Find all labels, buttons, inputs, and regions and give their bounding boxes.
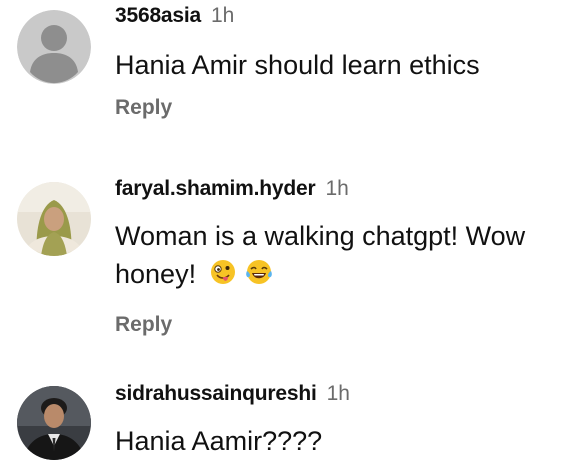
user-photo-avatar: [17, 386, 91, 460]
comment-meta: faryal.shamim.hyder 1h: [115, 177, 568, 207]
comment-text-line: honey!: [115, 255, 568, 295]
avatar[interactable]: [17, 386, 91, 460]
comment-text: Hania Amir should learn ethics: [115, 50, 480, 80]
avatar[interactable]: [17, 10, 91, 84]
default-person-icon: [17, 10, 91, 84]
comment-text: Woman is a walking chatgpt! Wow honey!: [115, 217, 568, 295]
timestamp: 1h: [325, 177, 349, 200]
comment-text: Hania Aamir????: [115, 426, 323, 456]
username[interactable]: 3568asia: [115, 4, 201, 28]
comment-text-fragment: honey!: [115, 259, 197, 289]
reply-button[interactable]: Reply: [115, 313, 568, 337]
comment-text-line: Woman is a walking chatgpt! Wow: [115, 221, 526, 251]
timestamp: 1h: [211, 4, 235, 27]
avatar[interactable]: [17, 182, 91, 256]
tears-of-joy-emoji-icon: [245, 257, 273, 295]
reply-button[interactable]: Reply: [115, 96, 568, 120]
comment-meta: 3568asia 1h: [115, 4, 568, 34]
user-photo-avatar: [17, 182, 91, 256]
username[interactable]: faryal.shamim.hyder: [115, 177, 316, 201]
zany-face-emoji-icon: [210, 257, 236, 295]
username[interactable]: sidrahussainqureshi: [115, 382, 317, 406]
timestamp: 1h: [326, 382, 350, 405]
comment-meta: sidrahussainqureshi 1h: [115, 382, 568, 412]
